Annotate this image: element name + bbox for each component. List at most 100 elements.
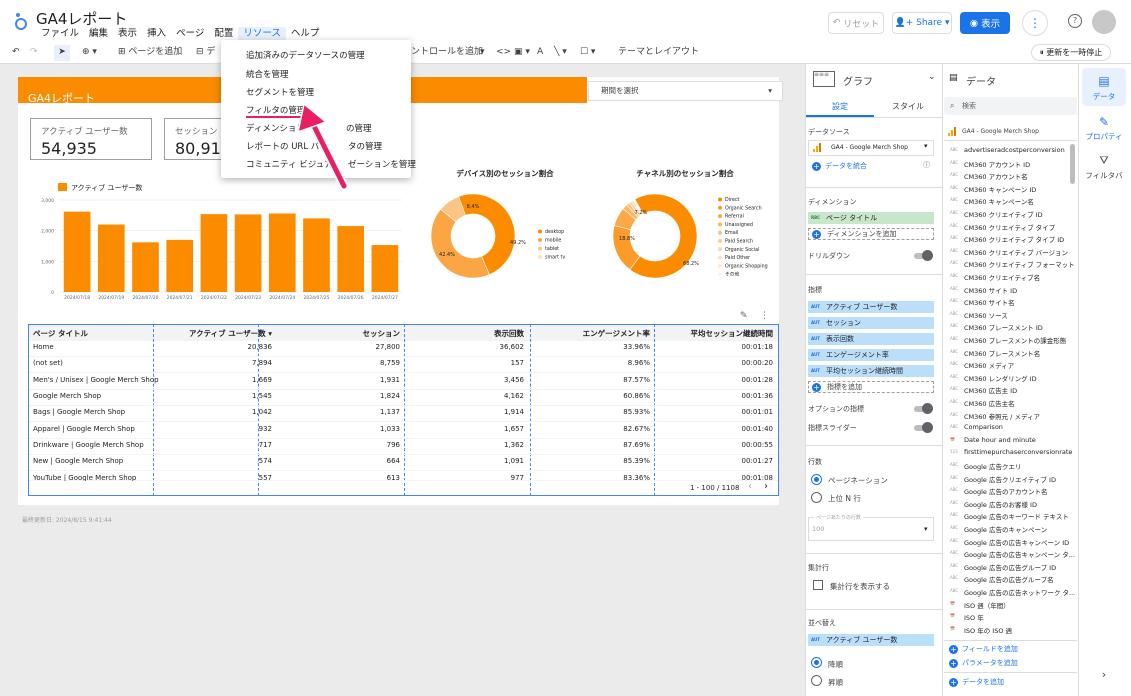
field-item[interactable]: Google 広告のアカウント名: [964, 486, 1048, 496]
add-metric-button[interactable]: + 指標を追加: [808, 381, 934, 393]
field-item[interactable]: CM360 アカウント名: [964, 171, 1028, 181]
rail-filter-bar[interactable]: フィルタバ: [1082, 170, 1126, 181]
field-item[interactable]: CM360 サイト ID: [964, 285, 1017, 295]
theme-layout-button[interactable]: テーマとレイアウト: [618, 45, 699, 59]
blend-data-link[interactable]: + データを統合: [812, 161, 867, 171]
bar[interactable]: [166, 239, 194, 292]
prev-page-icon[interactable]: ‹: [748, 481, 752, 492]
field-item[interactable]: Google 広告のキーワード テキスト: [964, 511, 1069, 521]
scorecard-active-users[interactable]: アクティブ ユーザー数 54,935: [30, 118, 152, 160]
rail-properties[interactable]: プロパティ: [1082, 131, 1126, 142]
avatar[interactable]: [1092, 10, 1116, 34]
field-item[interactable]: CM360 参照元 / メディア: [964, 411, 1040, 421]
menu-item-manage-segments[interactable]: セグメントを管理: [246, 86, 314, 98]
reset-button[interactable]: ↶ リセット: [828, 12, 884, 34]
menu-file[interactable]: ファイル: [36, 27, 84, 41]
drilldown-toggle[interactable]: [914, 250, 933, 261]
asc-radio[interactable]: [811, 675, 822, 686]
table-row[interactable]: [29, 390, 778, 406]
bar[interactable]: [268, 213, 296, 292]
device-pie-chart[interactable]: 49.2% 42.4% 8.4% desktop mobile tablet smart t…: [425, 180, 585, 300]
menu-arrange[interactable]: 配置: [209, 27, 238, 41]
tab-style[interactable]: スタイル: [892, 101, 924, 112]
table-row[interactable]: [29, 406, 778, 423]
shape-icon[interactable]: ☐ ▾: [580, 45, 595, 59]
field-item[interactable]: Google 広告クリエイティブ ID: [964, 474, 1056, 484]
date-range-select[interactable]: 期間を選択 ▾: [588, 81, 783, 101]
column-header[interactable]: ページ タイトル: [33, 328, 88, 339]
metric-chip[interactable]: AUT 平均セッション継続時間: [808, 365, 934, 377]
column-header[interactable]: 表示回数: [404, 328, 524, 339]
field-item[interactable]: CM360 クリエイティブ名: [964, 272, 1040, 282]
report-title[interactable]: GA4レポート: [28, 90, 95, 106]
zoom-icon[interactable]: ⊕ ▾: [82, 45, 97, 59]
redo-icon[interactable]: ↷: [30, 45, 38, 59]
bar[interactable]: [234, 214, 262, 292]
data-source-select[interactable]: GA4 - Google Merch Shop: [808, 140, 934, 156]
pie-slice[interactable]: [430, 208, 490, 279]
tab-setup[interactable]: 設定: [832, 101, 848, 112]
select-cursor-icon[interactable]: ➤: [54, 45, 70, 61]
sort-metric-chip[interactable]: AUT アクティブ ユーザー数: [808, 634, 934, 646]
filter-icon[interactable]: ⛛: [1082, 154, 1126, 168]
field-item[interactable]: CM360 プレースメント名: [964, 348, 1040, 358]
field-item[interactable]: ISO 年: [964, 612, 984, 622]
column-header[interactable]: エンゲージメント率: [530, 328, 650, 339]
menu-page[interactable]: ページ: [171, 27, 209, 41]
data-table-icon[interactable]: ▤: [1082, 74, 1126, 88]
field-item[interactable]: CM360 プレースメント ID: [964, 322, 1043, 332]
show-summary-checkbox[interactable]: [813, 580, 823, 590]
metric-chip[interactable]: AUT セッション: [808, 317, 934, 329]
menu-insert[interactable]: 挿入: [142, 27, 171, 41]
view-button[interactable]: ◉ 表示: [960, 12, 1010, 34]
field-item[interactable]: Google 広告の広告キャンペーン タ...: [964, 549, 1075, 559]
chevron-down-icon[interactable]: ▾: [924, 525, 928, 533]
dimension-chip[interactable]: RBC ページ タイトル: [808, 212, 934, 224]
menu-edit[interactable]: 編集: [84, 27, 113, 41]
more-options-button[interactable]: ⋮: [1022, 10, 1048, 36]
field-item[interactable]: Google 広告クエリ: [964, 461, 1022, 471]
bar[interactable]: [371, 245, 399, 292]
field-list-scrollbar[interactable]: [1070, 144, 1075, 184]
metric-chip[interactable]: AUT エンゲージメント率: [808, 349, 934, 361]
text-icon[interactable]: A: [537, 45, 543, 59]
help-icon[interactable]: ?: [1068, 14, 1082, 28]
rail-data[interactable]: データ: [1082, 91, 1126, 102]
table-row[interactable]: [29, 357, 778, 374]
field-item[interactable]: Google 広告のキャンペーン: [964, 524, 1047, 534]
field-item[interactable]: CM360 クリエイティブ ID: [964, 209, 1043, 219]
properties-pencil-icon[interactable]: ✎: [1082, 115, 1126, 129]
field-item[interactable]: CM360 クリエイティブ フォーマット: [964, 259, 1075, 269]
metric-slider-toggle[interactable]: [914, 422, 933, 433]
field-item[interactable]: Google 広告の広告グループ名: [964, 574, 1054, 584]
column-header[interactable]: セッション: [280, 328, 401, 339]
bar[interactable]: [132, 242, 159, 292]
bar[interactable]: [63, 211, 91, 292]
line-icon[interactable]: ╲ ▾: [554, 45, 567, 59]
add-data-icon[interactable]: ⊟ デ: [196, 45, 215, 59]
add-page-button[interactable]: ⊞ ページを追加: [118, 45, 182, 59]
field-search-input[interactable]: 検索: [944, 97, 1077, 115]
add-parameter-link[interactable]: + パラメータを追加: [949, 658, 1018, 668]
pause-updates-button[interactable]: ⏸ 更新を一時停止: [1031, 44, 1111, 61]
bar[interactable]: [97, 224, 125, 292]
table-row[interactable]: [29, 423, 778, 439]
add-control-button[interactable]: ントロールを追加: [411, 45, 483, 59]
field-item[interactable]: Google 広告の広告グループ ID: [964, 562, 1056, 572]
menu-item-manage-blends[interactable]: 統合を管理: [246, 68, 289, 80]
field-item[interactable]: Comparison: [964, 423, 1003, 431]
table-row[interactable]: [29, 341, 778, 357]
share-button[interactable]: 👤+ Share ▾: [892, 12, 952, 34]
field-item[interactable]: CM360 広告主 ID: [964, 385, 1017, 395]
column-header[interactable]: 平均セッション継続時間: [653, 328, 774, 339]
edit-pencil-icon[interactable]: ✎: [740, 311, 748, 321]
field-item[interactable]: CM360 レンダリング ID: [964, 373, 1037, 383]
field-item[interactable]: CM360 メディア: [964, 360, 1014, 370]
more-vert-icon[interactable]: ⋮: [760, 311, 769, 321]
field-item[interactable]: Google 広告の広告ネットワーク タ...: [964, 587, 1075, 597]
channel-pie-chart[interactable]: 68.2% 18.8% 7.2% Direct Organic Search Referr…: [605, 180, 780, 300]
field-item[interactable]: CM360 キャンペーン名: [964, 196, 1034, 206]
undo-icon[interactable]: ↶: [12, 45, 20, 59]
field-item[interactable]: CM360 クリエイティブ タイプ ID: [964, 234, 1064, 244]
bar-chart[interactable]: アクティブ ユーザー数 3,000 2,000 1,000 0 2024/07/18 202…: [30, 178, 410, 303]
